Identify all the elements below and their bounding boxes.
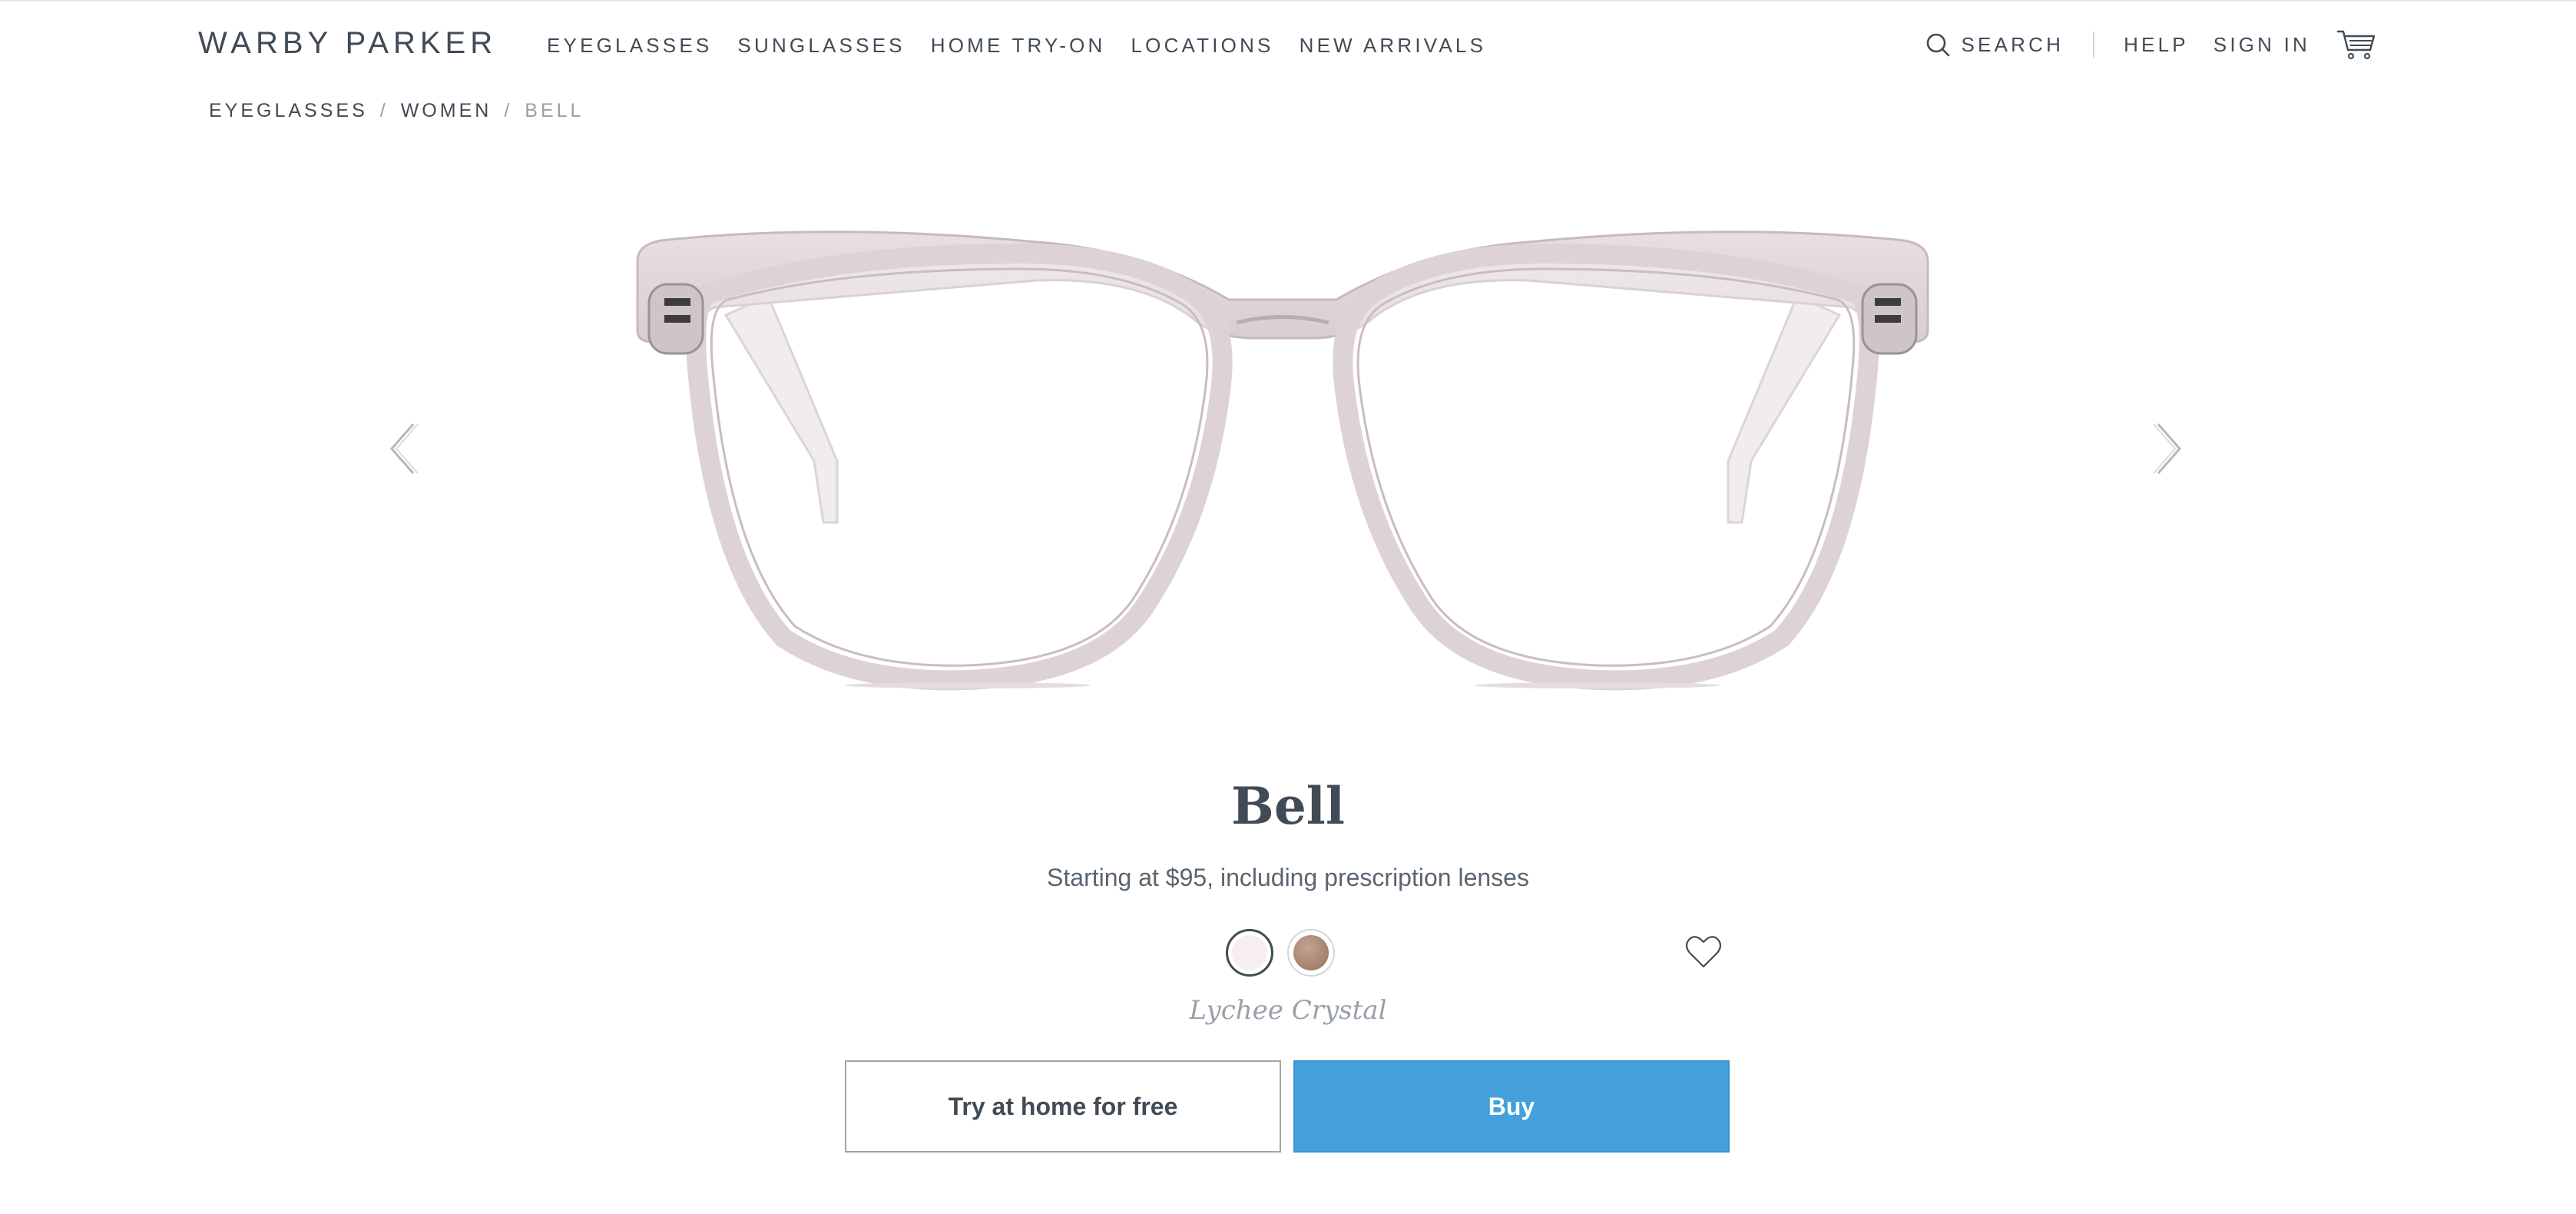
nav-locations[interactable]: LOCATIONS xyxy=(1131,34,1273,58)
help-link[interactable]: HELP xyxy=(2124,33,2189,57)
cart-icon[interactable] xyxy=(2336,28,2376,61)
nav-sunglasses[interactable]: SUNGLASSES xyxy=(737,34,905,58)
swatch-color xyxy=(1293,935,1329,970)
swatch-alternate-color[interactable] xyxy=(1287,929,1335,977)
breadcrumb-separator: / xyxy=(379,100,389,121)
buy-button[interactable]: Buy xyxy=(1293,1060,1730,1153)
search-button[interactable]: SEARCH xyxy=(1925,32,2064,58)
heart-icon[interactable] xyxy=(1685,934,1722,970)
utility-divider xyxy=(2093,32,2095,58)
search-label: SEARCH xyxy=(1961,32,2064,56)
chevron-left-icon[interactable] xyxy=(384,421,421,476)
nav-new-arrivals[interactable]: NEW ARRIVALS xyxy=(1300,34,1487,58)
chevron-right-icon[interactable] xyxy=(2151,421,2187,476)
sign-in-link[interactable]: SIGN IN xyxy=(2213,33,2310,57)
nav-eyeglasses[interactable]: EYEGLASSES xyxy=(547,34,712,58)
product-image xyxy=(636,231,1929,691)
main-nav: EYEGLASSES SUNGLASSES HOME TRY-ON LOCATI… xyxy=(547,34,1511,58)
swatch-color xyxy=(1232,935,1267,970)
selected-color-name: Lychee Crystal xyxy=(1189,995,1387,1026)
color-swatches xyxy=(1226,929,1335,977)
try-at-home-button[interactable]: Try at home for free xyxy=(845,1060,1281,1153)
nav-home-try-on[interactable]: HOME TRY-ON xyxy=(931,34,1106,58)
logo[interactable]: WARBY PARKER xyxy=(198,26,497,61)
breadcrumb-separator: / xyxy=(504,100,513,121)
product-price-text: Starting at $95, including prescription … xyxy=(1047,864,1529,891)
breadcrumb-women[interactable]: WOMEN xyxy=(401,100,492,122)
breadcrumb-current: BELL xyxy=(525,100,584,121)
breadcrumb: EYEGLASSES / WOMEN / BELL xyxy=(209,100,584,122)
breadcrumb-eyeglasses[interactable]: EYEGLASSES xyxy=(209,100,368,122)
utility-nav: SEARCH HELP SIGN IN xyxy=(1925,26,2377,63)
product-title: Bell xyxy=(1231,776,1345,836)
site-header: WARBY PARKER EYEGLASSES SUNGLASSES HOME … xyxy=(0,0,2576,91)
swatch-lychee-crystal[interactable] xyxy=(1226,929,1273,977)
search-icon xyxy=(1926,33,1949,57)
